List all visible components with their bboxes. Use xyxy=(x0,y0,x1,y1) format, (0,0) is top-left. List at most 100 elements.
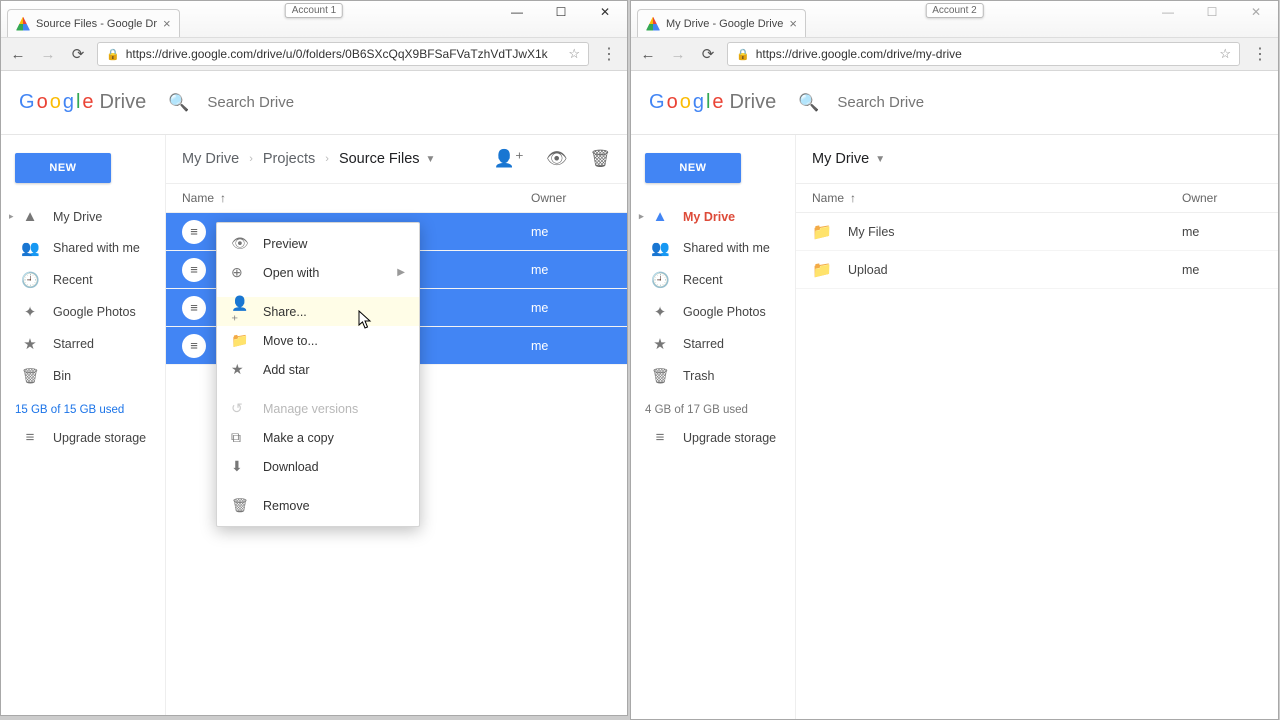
ctx-add-star[interactable]: ★Add star xyxy=(217,355,419,384)
ctx-remove[interactable]: 🗑Remove xyxy=(217,491,419,520)
chevron-right-icon: › xyxy=(249,153,253,165)
file-icon: ≡ xyxy=(182,258,206,282)
search-input[interactable] xyxy=(837,94,997,111)
sidebar-item-photos[interactable]: ✦Google Photos xyxy=(631,296,795,328)
folder-icon: 📁 xyxy=(812,222,832,242)
breadcrumb-current[interactable]: Source Files▼ xyxy=(339,151,436,167)
sidebar-label: Starred xyxy=(53,337,94,351)
sidebar-item-shared[interactable]: 👥Shared with me xyxy=(631,232,795,264)
list-header: Name↑ Owner xyxy=(796,183,1278,213)
new-button[interactable]: NEW xyxy=(15,153,111,183)
ctx-open-with[interactable]: ⊕Open with▶ xyxy=(217,258,419,287)
storage-icon: ≡ xyxy=(651,429,669,446)
ctx-preview[interactable]: 👁Preview xyxy=(217,229,419,258)
share-icon[interactable]: 👤⁺ xyxy=(494,149,524,169)
breadcrumb-current[interactable]: My Drive▼ xyxy=(812,151,885,167)
sidebar-label: Trash xyxy=(683,369,715,383)
search-icon[interactable]: 🔍 xyxy=(798,93,819,113)
upgrade-storage[interactable]: ≡Upgrade storage xyxy=(631,422,795,453)
chevron-right-icon: › xyxy=(325,153,329,165)
browser-tab[interactable]: Source Files - Google Dr × xyxy=(7,9,180,37)
drive-icon: ▲ xyxy=(651,208,669,225)
window-controls: — ☐ ✕ xyxy=(1146,1,1278,23)
browser-tab[interactable]: My Drive - Google Drive × xyxy=(637,9,806,37)
url-field[interactable]: 🔒 https://drive.google.com/drive/my-driv… xyxy=(727,42,1240,66)
breadcrumb-mydrive[interactable]: My Drive xyxy=(182,151,239,167)
sidebar-label: Recent xyxy=(683,273,723,287)
sidebar-item-photos[interactable]: ✦Google Photos xyxy=(1,296,165,328)
browser-menu-icon[interactable]: ⋮ xyxy=(1248,44,1272,64)
tab-close-icon[interactable]: × xyxy=(163,16,171,31)
sidebar-item-starred[interactable]: ★ Starred xyxy=(631,328,795,360)
preview-icon[interactable]: 👁 xyxy=(546,149,568,169)
clock-icon: 🕘 xyxy=(21,271,39,289)
ctx-label: Share... xyxy=(263,305,307,319)
ctx-share[interactable]: 👤⁺Share... xyxy=(217,297,419,326)
back-button[interactable]: ← xyxy=(637,46,659,63)
forward-button[interactable]: → xyxy=(37,46,59,63)
history-icon: ↺ xyxy=(231,400,247,417)
col-name[interactable]: Name↑ xyxy=(812,191,1182,205)
sidebar-label: My Drive xyxy=(53,210,102,224)
close-button[interactable]: ✕ xyxy=(583,1,627,23)
ctx-label: Preview xyxy=(263,237,307,251)
search-input[interactable] xyxy=(207,94,367,111)
new-button[interactable]: NEW xyxy=(645,153,741,183)
content: NEW ▲ My Drive 👥Shared with me 🕘Recent ✦G… xyxy=(631,135,1278,719)
col-name[interactable]: Name↑ xyxy=(182,191,531,205)
minimize-button[interactable]: — xyxy=(1146,1,1190,23)
google-drive-logo[interactable]: Google Drive xyxy=(19,91,146,114)
sidebar-item-recent[interactable]: 🕘Recent xyxy=(1,264,165,296)
sidebar-item-trash[interactable]: 🗑Trash xyxy=(631,360,795,392)
sidebar-item-starred[interactable]: ★Starred xyxy=(1,328,165,360)
bookmark-star-icon[interactable]: ☆ xyxy=(568,46,580,62)
col-owner[interactable]: Owner xyxy=(531,191,611,205)
col-owner[interactable]: Owner xyxy=(1182,191,1262,205)
sidebar-item-shared[interactable]: 👥Shared with me xyxy=(1,232,165,264)
maximize-button[interactable]: ☐ xyxy=(1190,1,1234,23)
reload-button[interactable]: ⟳ xyxy=(697,45,719,63)
google-drive-logo[interactable]: Google Drive xyxy=(649,91,776,114)
col-label: Name xyxy=(182,191,214,205)
open-icon: ⊕ xyxy=(231,264,247,281)
delete-icon[interactable]: 🗑 xyxy=(589,149,611,169)
folder-icon: 📁 xyxy=(812,260,832,280)
search-wrap: 🔍 xyxy=(168,93,367,113)
reload-button[interactable]: ⟳ xyxy=(67,45,89,63)
search-icon[interactable]: 🔍 xyxy=(168,93,189,113)
sidebar-label: Starred xyxy=(683,337,724,351)
browser-menu-icon[interactable]: ⋮ xyxy=(597,44,621,64)
sidebar-label: My Drive xyxy=(683,210,735,224)
ctx-download[interactable]: ⬇Download xyxy=(217,452,419,481)
close-button[interactable]: ✕ xyxy=(1234,1,1278,23)
forward-button[interactable]: → xyxy=(667,46,689,63)
list-header: Name↑ Owner xyxy=(166,183,627,213)
drive-header: Google Drive 🔍 xyxy=(1,71,627,135)
upgrade-storage[interactable]: ≡Upgrade storage xyxy=(1,422,165,453)
back-button[interactable]: ← xyxy=(7,46,29,63)
folder-row[interactable]: 📁 Upload me xyxy=(796,251,1278,289)
star-icon: ★ xyxy=(651,335,669,353)
breadcrumb-projects[interactable]: Projects xyxy=(263,151,315,167)
drive-favicon-icon xyxy=(16,17,30,31)
sidebar-item-mydrive[interactable]: ▲ My Drive xyxy=(631,201,795,232)
col-label: Name xyxy=(812,191,844,205)
tab-close-icon[interactable]: × xyxy=(789,16,797,31)
url-field[interactable]: 🔒 https://drive.google.com/drive/u/0/fol… xyxy=(97,42,589,66)
maximize-button[interactable]: ☐ xyxy=(539,1,583,23)
ctx-move-to[interactable]: 📁Move to... xyxy=(217,326,419,355)
folder-name: My Files xyxy=(848,225,1182,239)
context-menu: 👁Preview ⊕Open with▶ 👤⁺Share... 📁Move to… xyxy=(216,222,420,527)
folder-row[interactable]: 📁 My Files me xyxy=(796,213,1278,251)
breadcrumb: My Drive▼ xyxy=(812,151,885,167)
folder-name: Upload xyxy=(848,263,1182,277)
sidebar-item-recent[interactable]: 🕘Recent xyxy=(631,264,795,296)
minimize-button[interactable]: — xyxy=(495,1,539,23)
sidebar-item-mydrive[interactable]: ▲My Drive xyxy=(1,201,165,232)
bookmark-star-icon[interactable]: ☆ xyxy=(1219,46,1231,62)
sidebar-item-bin[interactable]: 🗑Bin xyxy=(1,360,165,392)
ctx-make-copy[interactable]: ⧉Make a copy xyxy=(217,423,419,452)
folder-move-icon: 📁 xyxy=(231,332,247,349)
folder-owner: me xyxy=(1182,263,1262,277)
tab-title: Source Files - Google Dr xyxy=(36,18,157,30)
